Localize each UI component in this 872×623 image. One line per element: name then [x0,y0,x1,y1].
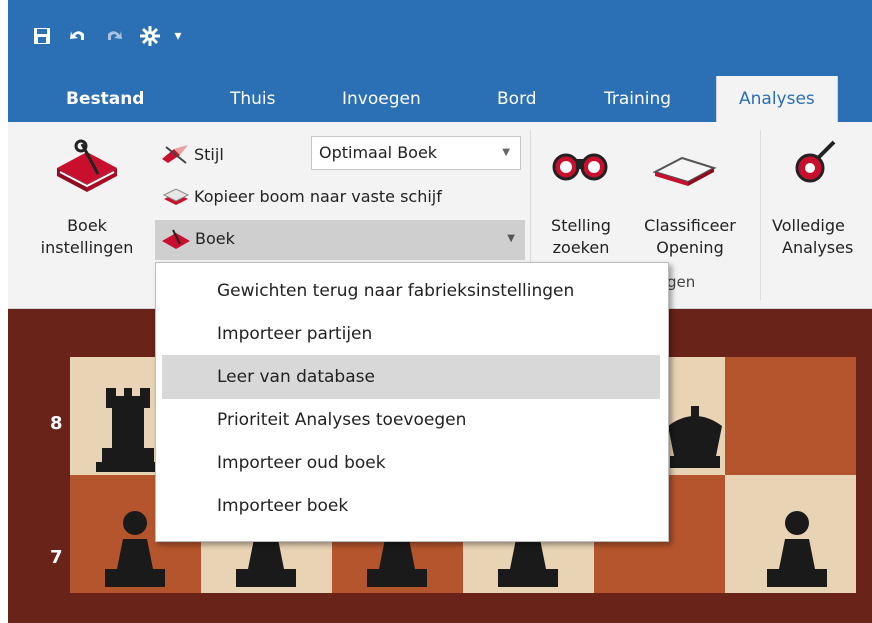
kopieer-boom-button[interactable]: Kopieer boom naar vaste schijf [160,182,442,210]
menu-item-import-book[interactable]: Importeer boek [162,484,660,528]
redo-icon[interactable] [102,22,126,50]
boek-instellingen-line1: Boek [67,216,107,235]
customize-arrow-icon[interactable]: ▾ [170,22,186,50]
menu-item-learn-from-database[interactable]: Leer van database [162,355,660,399]
book-style-select[interactable]: Optimaal Boek ▼ [311,136,521,170]
rank-label-8: 8 [50,413,63,434]
boek-instellingen-button[interactable]: Boek instellingen [22,215,152,259]
black-pawn-icon[interactable] [757,505,837,595]
engine-icon[interactable] [138,22,162,50]
tab-analyses[interactable]: Analyses [716,76,838,122]
tab-bestand[interactable]: Bestand [66,76,144,122]
boek-menu-button[interactable]: Boek ▼ [155,220,525,260]
stijl-label: Stijl [194,144,224,164]
menu-item-import-games[interactable]: Importeer partijen [162,312,660,356]
tab-invoegen[interactable]: Invoegen [342,76,421,122]
analysis-icon [795,140,836,183]
menu-item-add-priority-analysis[interactable]: Prioriteit Analyses toevoegen [162,398,660,442]
binoculars-icon [552,153,608,181]
stelling-zoeken-button[interactable]: Stelling zoeken [537,215,625,259]
ribbon-group-label: gen [667,273,696,291]
save-icon[interactable] [30,22,54,50]
chevron-down-icon: ▼ [502,147,510,158]
book-settings-icon [57,139,117,192]
menu-item-import-old-book[interactable]: Importeer oud boek [162,441,660,485]
boek-dropdown-menu: Gewichten terug naar fabrieksinstellinge… [155,262,669,542]
kopieer-boom-label: Kopieer boom naar vaste schijf [194,186,442,206]
ribbon-separator [760,130,761,300]
volledige-line2: Analyses [782,238,854,257]
tab-thuis[interactable]: Thuis [230,76,276,122]
undo-icon[interactable] [66,22,90,50]
volledige-line1: Volledige [772,216,845,235]
stelling-line1: Stelling [551,216,611,235]
black-king-icon[interactable] [660,376,730,476]
chevron-down-icon: ▼ [507,233,515,244]
stelling-line2: zoeken [552,238,610,257]
rank-label-7: 7 [50,547,63,568]
stijl-icon [162,145,188,164]
stijl-button[interactable]: Stijl [160,140,224,168]
book-style-select-value: Optimaal Boek [319,143,438,162]
open-book-icon [652,156,717,186]
boek-label: Boek [195,229,235,248]
copy-tree-icon [162,188,190,205]
menu-item-reset-weights[interactable]: Gewichten terug naar fabrieksinstellinge… [162,269,660,313]
boek-instellingen-line2: instellingen [40,238,134,257]
book-icon [162,229,190,249]
square-f8[interactable] [725,357,856,475]
tab-bord[interactable]: Bord [497,76,537,122]
volledige-analyses-button[interactable]: Volledige Analyses [772,215,872,259]
classificeer-line2: Opening [656,238,724,257]
tab-training[interactable]: Training [604,76,671,122]
classificeer-opening-button[interactable]: Classificeer Opening [632,215,748,259]
classificeer-line1: Classificeer [644,216,736,235]
